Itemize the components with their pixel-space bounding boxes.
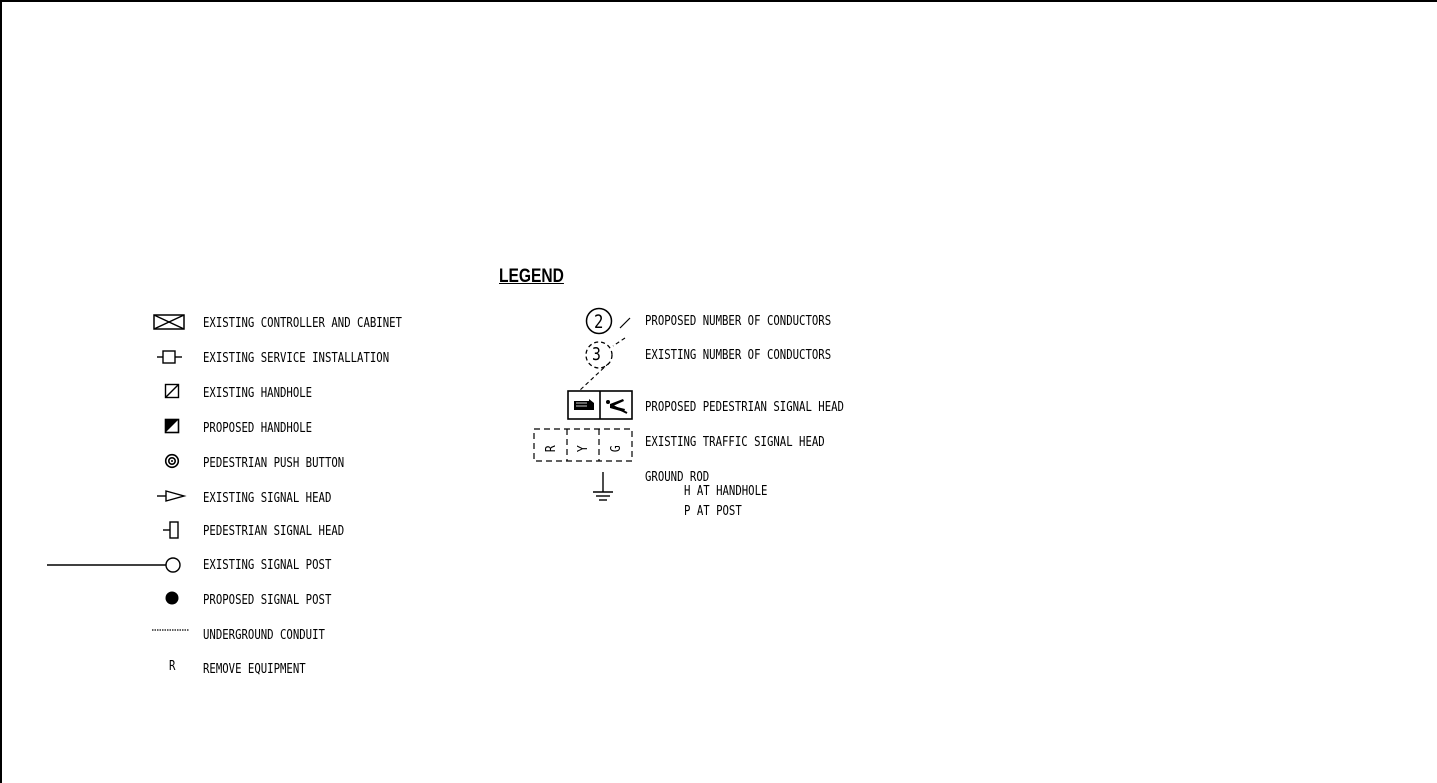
label-pedestrian-signal-head: PEDESTRIAN SIGNAL HEAD [203,524,345,539]
ground-rod-icon [591,471,615,505]
proposed-conductors-icon [585,306,635,338]
underground-conduit-icon [152,626,190,634]
label-proposed-pedestrian-signal-head: PROPOSED PEDESTRIAN SIGNAL HEAD [645,400,844,415]
push-button-icon [164,453,180,469]
label-ground-rod: GROUND ROD [645,470,710,485]
remove-equipment-glyph: R [169,659,176,674]
label-existing-signal-head: EXISTING SIGNAL HEAD [203,491,332,506]
label-ground-rod-handhole: H AT HANDHOLE [684,484,768,499]
proposed-handhole-icon [164,418,180,434]
existing-conductors-glyph: 3 [592,344,601,365]
signal-lens-red: R [544,445,559,453]
label-underground-conduit: UNDERGROUND CONDUIT [203,628,325,643]
service-installation-icon [157,348,183,366]
legend-title: LEGEND [499,266,564,287]
pedestrian-signal-head-proposed-icon [567,390,633,420]
label-remove-equipment: REMOVE EQUIPMENT [203,662,306,677]
drawing-sheet: LEGEND R EXISTING CONTROLLER AND CABINET… [0,0,1437,783]
existing-signal-head-icon [157,488,187,504]
controller-cabinet-icon [153,313,185,331]
label-existing-handhole: EXISTING HANDHOLE [203,386,313,401]
label-push-button: PEDESTRIAN PUSH BUTTON [203,456,345,471]
existing-handhole-icon [164,383,180,399]
label-existing-traffic-signal-head: EXISTING TRAFFIC SIGNAL HEAD [645,435,825,450]
signal-lens-yellow: Y [576,445,591,453]
proposed-conductors-glyph: 2 [594,311,604,333]
label-existing-signal-post: EXISTING SIGNAL POST [203,558,332,573]
label-controller-cabinet: EXISTING CONTROLLER AND CABINET [203,316,402,331]
pedestrian-signal-head-icon [162,520,184,540]
existing-signal-post-icon [47,555,182,575]
label-ground-rod-post: P AT POST [684,504,742,519]
signal-lens-green: G [609,445,624,453]
label-service-installation: EXISTING SERVICE INSTALLATION [203,351,390,366]
proposed-signal-post-icon [164,590,180,606]
label-proposed-handhole: PROPOSED HANDHOLE [203,421,313,436]
label-proposed-signal-post: PROPOSED SIGNAL POST [203,593,332,608]
label-proposed-conductors: PROPOSED NUMBER OF CONDUCTORS [645,314,832,329]
label-existing-conductors: EXISTING NUMBER OF CONDUCTORS [645,348,832,363]
